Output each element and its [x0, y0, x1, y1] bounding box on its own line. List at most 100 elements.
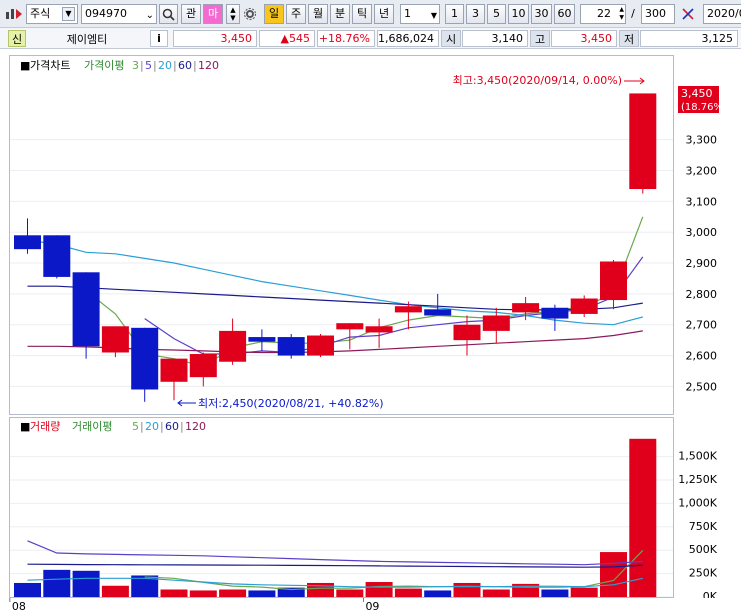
settings-icon[interactable] [243, 4, 257, 24]
x-axis-label: 09 [365, 600, 379, 613]
spin-updown-icon[interactable]: ▲ ▼ [619, 6, 624, 22]
volume-bar[interactable] [365, 582, 393, 597]
stock-code-input[interactable]: 094970 ⌄ [81, 4, 157, 24]
refresh-icon[interactable] [678, 4, 698, 24]
candle[interactable] [160, 358, 188, 401]
volume-bar[interactable] [160, 589, 188, 597]
price-ma-20-legend: 20 [158, 59, 172, 72]
volume-value: 1,686,024 [377, 30, 439, 47]
volume-bar[interactable] [570, 587, 598, 597]
volume-bar[interactable] [482, 589, 510, 597]
volume-bar[interactable] [629, 438, 657, 597]
volume-tick-label: 1,500K [678, 450, 717, 463]
price-chart-panel[interactable]: ■ 가격차트 가격이평 3 | 5 | 20 | 60 | 120 최고:3,4… [9, 55, 674, 415]
candle-body [14, 235, 41, 250]
interval-60-button[interactable]: 60 [554, 4, 575, 24]
watch-button[interactable]: 관 [181, 4, 201, 24]
period-tick-button[interactable]: 틱 [352, 4, 372, 24]
market-select[interactable]: 주식 ▼ [26, 4, 78, 24]
open-label: 시 [441, 30, 461, 47]
info-button[interactable]: i [150, 30, 168, 47]
period-minute-button[interactable]: 분 [330, 4, 350, 24]
chart-type-icon[interactable] [4, 4, 24, 24]
volume-bar[interactable] [541, 589, 569, 597]
interval-30-button[interactable]: 30 [531, 4, 552, 24]
price-tick-label: 3,000 [686, 226, 718, 239]
candle[interactable] [600, 259, 627, 310]
price-ma-5-legend: 5 [145, 59, 152, 72]
volume-tick-label: 500K [689, 543, 718, 556]
volume-bar[interactable] [336, 589, 364, 597]
candle-body [219, 330, 247, 362]
low-label: 저 [619, 30, 639, 47]
candle[interactable] [629, 93, 657, 194]
open-price: 3,140 [462, 30, 528, 47]
stock-badge: 신 [8, 30, 26, 47]
candle[interactable] [43, 235, 71, 279]
candle[interactable] [101, 326, 129, 358]
view-count-input[interactable]: 22 ▲ ▼ [580, 4, 626, 24]
volume-tick-label: 1,000K [678, 496, 717, 509]
volume-tick-label: 750K [689, 520, 718, 533]
volume-bar[interactable] [219, 589, 247, 597]
date-input[interactable]: 2020/0 [703, 4, 741, 24]
search-button[interactable] [159, 4, 178, 24]
volume-bar[interactable] [43, 569, 71, 597]
candle[interactable] [14, 218, 41, 254]
y-axis-panel: 3,450 (18.76%) 3,300 3,200 3,100 3,000 2,900… [674, 55, 734, 598]
volume-chart-panel[interactable]: ■ 거래량 거래이평 5 | 20 | 60 | 120 [9, 417, 674, 598]
svg-text:|: | [180, 420, 184, 433]
interval-10-button[interactable]: 10 [508, 4, 529, 24]
volume-bar[interactable] [189, 590, 217, 597]
candle[interactable] [219, 318, 247, 365]
chevron-down-icon[interactable]: ▼ [62, 7, 75, 21]
interval-3-button[interactable]: 3 [466, 4, 485, 24]
volume-ma-5-legend: 5 [132, 420, 139, 433]
candle[interactable] [248, 329, 276, 351]
price-chart-legend-title: 가격차트 [30, 59, 70, 72]
candle[interactable] [570, 295, 598, 318]
current-price: 3,450 [173, 30, 257, 47]
price-ma-60-line [27, 285, 643, 311]
period-week-button[interactable]: 주 [286, 4, 306, 24]
candle[interactable] [424, 293, 452, 316]
chevron-down-icon[interactable]: ⌄ [146, 7, 154, 23]
volume-bar[interactable] [424, 590, 452, 597]
svg-text:|: | [173, 59, 177, 72]
candle[interactable] [541, 304, 569, 331]
price-change: ▲545 [259, 30, 315, 47]
volume-bar[interactable] [14, 582, 41, 597]
volume-bar[interactable] [453, 582, 481, 597]
volume-bar[interactable] [600, 552, 627, 597]
period-day-button[interactable]: 일 [264, 4, 284, 24]
candle-body [72, 272, 100, 347]
volume-bar[interactable] [72, 570, 100, 597]
interval-5-button[interactable]: 5 [487, 4, 506, 24]
candle-body [600, 261, 627, 301]
candle-body [248, 337, 276, 342]
period-month-button[interactable]: 월 [308, 4, 328, 24]
current-price-axis-label: 3,450 [681, 87, 713, 100]
price-tick-label: 2,600 [686, 350, 718, 363]
volume-legend-marker: ■ [20, 420, 30, 433]
svg-text:|: | [140, 59, 144, 72]
spin-updown-icon[interactable]: ▲ ▼ [226, 4, 240, 24]
volume-bar[interactable] [248, 590, 276, 597]
candle[interactable] [277, 333, 305, 359]
candle[interactable] [72, 272, 100, 359]
candle[interactable] [131, 327, 159, 402]
volume-bar[interactable] [394, 588, 422, 597]
chevron-down-icon[interactable]: ▼ [431, 7, 437, 23]
interval-1-button[interactable]: 1 [445, 4, 464, 24]
ma-button[interactable]: 마 [203, 4, 223, 24]
volume-bar[interactable] [101, 585, 129, 597]
total-count-input[interactable]: 300 [641, 4, 675, 24]
price-tick-label: 3,200 [686, 165, 718, 178]
period-year-button[interactable]: 년 [374, 4, 394, 24]
price-legend-marker: ■ [20, 59, 30, 72]
low-price: 3,125 [640, 30, 738, 47]
candle[interactable] [307, 333, 334, 358]
volume-ma-legend-title: 거래이평 [72, 420, 112, 433]
interval-select[interactable]: 1 ▼ [400, 4, 440, 24]
candle[interactable] [189, 352, 217, 387]
